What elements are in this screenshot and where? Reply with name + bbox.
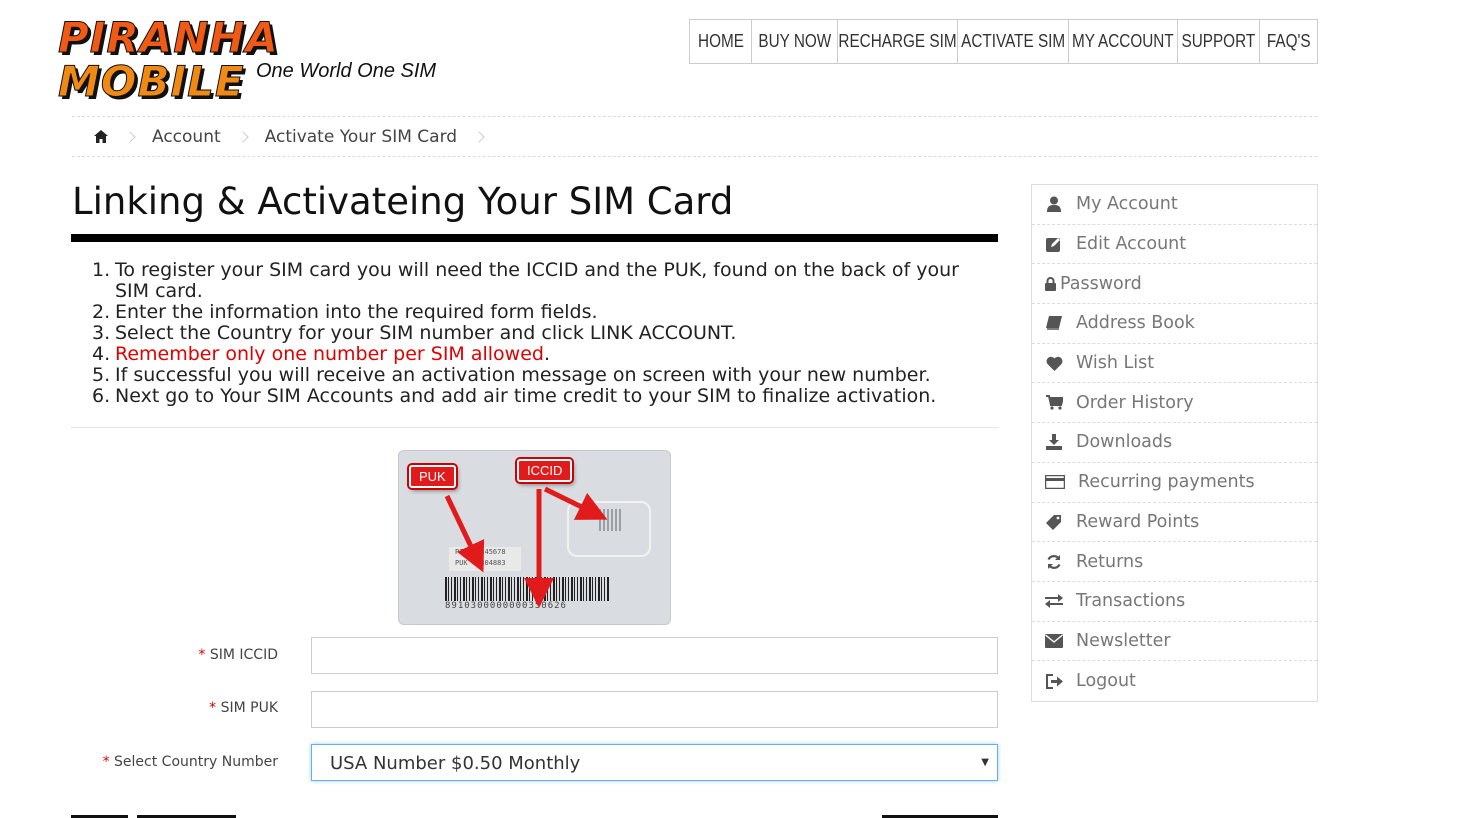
sidebar-item-address-book[interactable]: Address Book bbox=[1032, 304, 1317, 344]
nav-home[interactable]: HOME bbox=[690, 20, 751, 63]
breadcrumb-separator-icon bbox=[473, 130, 485, 143]
instruction-step: 2. Enter the information into the require… bbox=[92, 301, 598, 323]
logo-word-1: PIRANHA bbox=[57, 13, 280, 62]
credit-card-icon bbox=[1044, 473, 1066, 491]
instruction-list: 1. To register your SIM card you will nee… bbox=[92, 260, 992, 407]
sim-card-image: PIN 12345678 PUK 47804883 89103000000003… bbox=[398, 450, 671, 625]
sidebar-item-my-account[interactable]: My Account bbox=[1032, 185, 1317, 225]
sim-iccid-input[interactable] bbox=[311, 637, 998, 674]
nav-my-account[interactable]: MY ACCOUNT bbox=[1068, 20, 1177, 63]
breadcrumb-separator-icon bbox=[236, 130, 249, 143]
sidebar-item-wish-list[interactable]: Wish List bbox=[1032, 344, 1317, 384]
book-icon bbox=[1044, 314, 1064, 332]
puk-tag: PUK bbox=[409, 465, 456, 488]
iccid-label: * SIM ICCID bbox=[198, 647, 278, 663]
breadcrumb: Account Activate Your SIM Card bbox=[72, 116, 1317, 157]
instruction-step: 6. Next go to Your SIM Accounts and add a… bbox=[92, 385, 937, 407]
puk-label: * SIM PUK bbox=[209, 700, 278, 716]
country-number-select[interactable]: USA Number $0.50 Monthly ▼ bbox=[311, 744, 998, 781]
breadcrumb-account[interactable]: Account bbox=[152, 127, 221, 147]
section-divider bbox=[71, 427, 998, 428]
lock-icon bbox=[1044, 275, 1056, 293]
account-sidebar: My Account Edit Account Password Address… bbox=[1031, 184, 1318, 702]
sidebar-item-returns[interactable]: Returns bbox=[1032, 542, 1317, 582]
site-logo[interactable]: PIRANHA MOBILE One World One SIM bbox=[57, 13, 478, 104]
dropdown-caret-icon: ▼ bbox=[981, 757, 989, 768]
home-icon[interactable] bbox=[94, 130, 108, 144]
tag-icon bbox=[1044, 513, 1064, 531]
envelope-icon bbox=[1044, 632, 1064, 650]
nav-recharge-sim[interactable]: RECHARGE SIM bbox=[837, 20, 957, 63]
instruction-step: 1. To register your SIM card you will nee… bbox=[92, 259, 959, 302]
logo-tagline: One World One SIM bbox=[256, 60, 437, 82]
country-label: * Select Country Number bbox=[102, 754, 278, 770]
nav-support[interactable]: SUPPORT bbox=[1177, 20, 1259, 63]
nav-faqs[interactable]: FAQ'S bbox=[1259, 20, 1317, 63]
page-title: Linking & Activateing Your SIM Card bbox=[72, 180, 734, 223]
heart-icon bbox=[1044, 354, 1064, 372]
top-navigation: HOME BUY NOW RECHARGE SIM ACTIVATE SIM M… bbox=[689, 19, 1318, 64]
sidebar-item-downloads[interactable]: Downloads bbox=[1032, 423, 1317, 463]
edit-icon bbox=[1044, 235, 1064, 253]
country-selected-value: USA Number $0.50 Monthly bbox=[330, 753, 581, 774]
sidebar-item-recurring-payments[interactable]: Recurring payments bbox=[1032, 463, 1317, 503]
nav-buy-now[interactable]: BUY NOW bbox=[751, 20, 837, 63]
instruction-step: 5. If successful you will receive an acti… bbox=[92, 364, 931, 386]
sidebar-item-password[interactable]: Password bbox=[1032, 264, 1317, 305]
sidebar-item-transactions[interactable]: Transactions bbox=[1032, 582, 1317, 622]
breadcrumb-activate-sim[interactable]: Activate Your SIM Card bbox=[265, 127, 457, 147]
breadcrumb-separator-icon bbox=[124, 130, 136, 143]
sidebar-item-logout[interactable]: Logout bbox=[1032, 661, 1317, 701]
sidebar-item-newsletter[interactable]: Newsletter bbox=[1032, 622, 1317, 662]
exchange-icon bbox=[1044, 592, 1064, 610]
cart-icon bbox=[1044, 394, 1064, 412]
title-underline bbox=[71, 234, 998, 242]
iccid-tag: ICCID bbox=[517, 459, 573, 482]
user-icon bbox=[1044, 195, 1064, 213]
sidebar-item-reward-points[interactable]: Reward Points bbox=[1032, 503, 1317, 543]
nav-activate-sim[interactable]: ACTIVATE SIM bbox=[957, 20, 1068, 63]
logo-word-2: MOBILE bbox=[58, 57, 245, 106]
sign-out-icon bbox=[1044, 672, 1064, 690]
sidebar-item-edit-account[interactable]: Edit Account bbox=[1032, 225, 1317, 265]
instruction-step-warning: 4. Remember only one number per SIM allow… bbox=[92, 343, 551, 365]
sim-puk-input[interactable] bbox=[311, 691, 998, 728]
download-icon bbox=[1044, 433, 1064, 451]
sidebar-item-order-history[interactable]: Order History bbox=[1032, 383, 1317, 424]
instruction-step: 3. Select the Country for your SIM number… bbox=[92, 322, 737, 344]
refresh-icon bbox=[1044, 553, 1064, 571]
